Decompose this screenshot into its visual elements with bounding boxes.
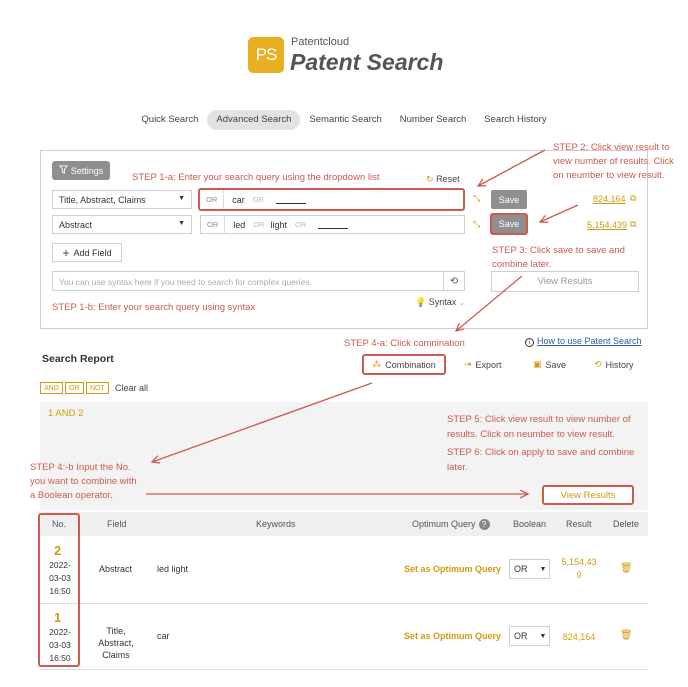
arrow-step-2-to-query xyxy=(478,149,546,186)
arrow-step-3 xyxy=(456,275,523,331)
arrow-step-2-to-save xyxy=(540,204,579,222)
arrow-step-4a xyxy=(152,382,373,462)
annotation-arrows xyxy=(146,149,579,687)
